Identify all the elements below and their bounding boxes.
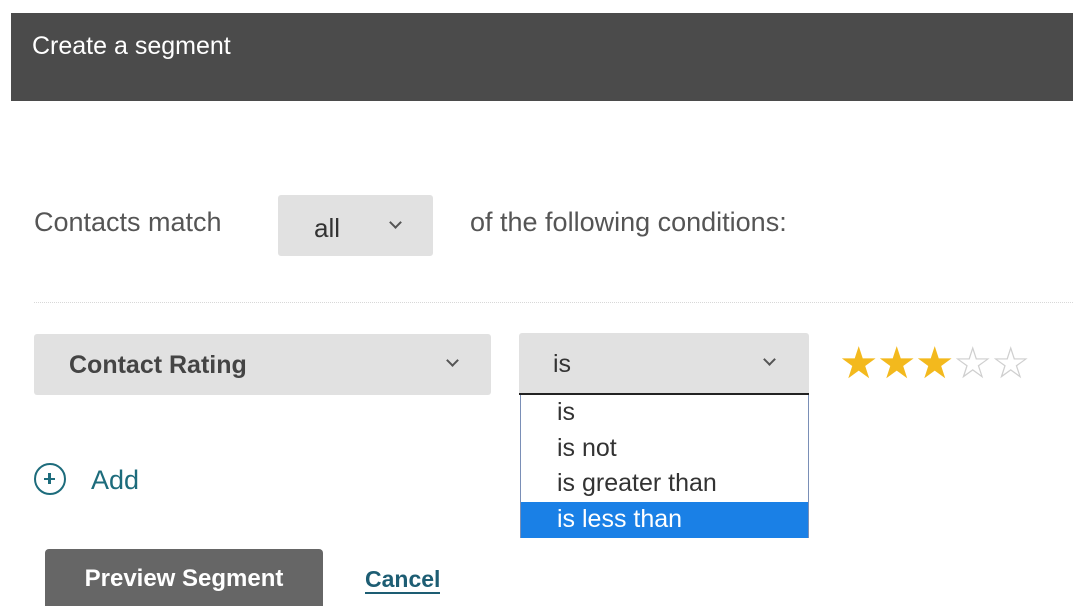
page-header: Create a segment (11, 13, 1073, 101)
match-mode-value: all (314, 213, 341, 243)
cancel-link[interactable]: Cancel (365, 566, 441, 594)
operator-option-is-greater-than[interactable]: is greater than (521, 466, 808, 502)
condition-field-value: Contact Rating (69, 351, 247, 379)
match-row: Contacts match all of the following cond… (34, 195, 1034, 256)
rating-stars: ★★★☆☆ (839, 342, 1030, 386)
operator-dropdown-list: is is not is greater than is less than (520, 395, 809, 538)
star-icon-1[interactable]: ★ (839, 342, 878, 386)
chevron-down-icon (763, 353, 776, 366)
condition-field-select[interactable]: Contact Rating (34, 334, 491, 395)
operator-option-is[interactable]: is (521, 395, 808, 431)
add-condition-label: Add (91, 465, 140, 495)
page-title: Create a segment (32, 32, 231, 60)
plus-circle-icon (34, 463, 66, 495)
match-suffix: of the following conditions: (470, 207, 787, 237)
match-label: Contacts match (34, 207, 222, 237)
star-icon-3[interactable]: ★ (915, 342, 954, 386)
match-mode-select[interactable]: all (278, 195, 433, 256)
preview-segment-button[interactable]: Preview Segment (45, 549, 323, 606)
operator-option-is-less-than[interactable]: is less than (521, 502, 808, 538)
star-icon-5[interactable]: ☆ (991, 342, 1030, 386)
create-segment-page: Create a segment Contacts match all of t… (0, 0, 1073, 606)
star-icon-4[interactable]: ☆ (953, 342, 992, 386)
chevron-down-icon (389, 216, 402, 229)
condition-operator-value: is (553, 350, 572, 378)
chevron-down-icon (446, 354, 459, 367)
condition-operator-select[interactable]: is (519, 333, 809, 395)
star-icon-2[interactable]: ★ (877, 342, 916, 386)
operator-option-is-not[interactable]: is not (521, 431, 808, 467)
divider (34, 302, 1073, 303)
